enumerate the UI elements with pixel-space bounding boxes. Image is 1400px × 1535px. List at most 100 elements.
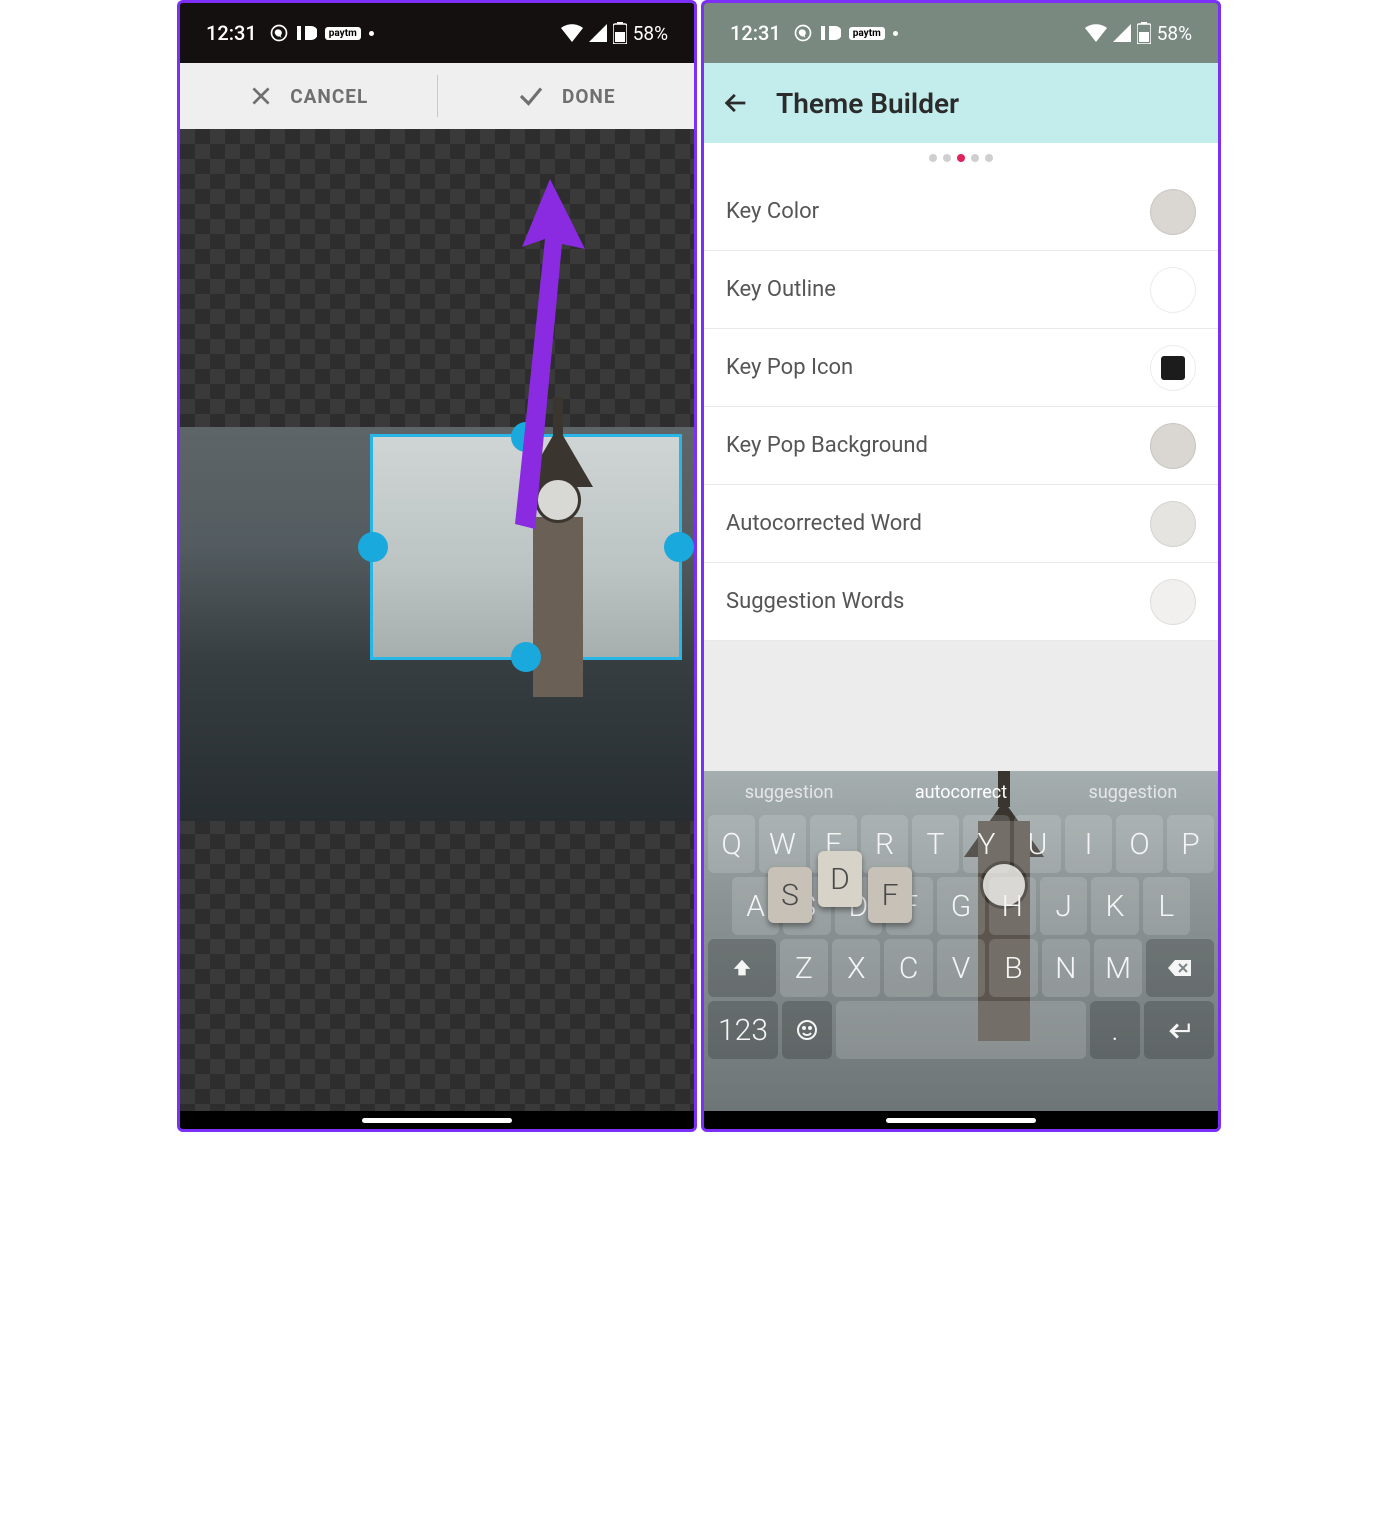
settings-item[interactable]: Suggestion Words <box>704 563 1218 641</box>
key-b[interactable]: B <box>989 939 1037 997</box>
content-gap <box>704 641 1218 771</box>
shift-icon <box>731 957 753 979</box>
key-r[interactable]: R <box>861 815 908 873</box>
battery-icon <box>1137 22 1151 44</box>
key-popup[interactable]: D <box>818 851 862 907</box>
key-j[interactable]: J <box>1040 877 1087 935</box>
settings-item[interactable]: Key Color <box>704 173 1218 251</box>
settings-item[interactable]: Autocorrected Word <box>704 485 1218 563</box>
status-right: 58% <box>561 22 668 45</box>
settings-item[interactable]: Key Pop Background <box>704 407 1218 485</box>
key-enter[interactable] <box>1144 1001 1214 1059</box>
color-swatch[interactable] <box>1150 501 1196 547</box>
key-l[interactable]: L <box>1143 877 1190 935</box>
key-row-bottom: 123 . <box>704 999 1218 1061</box>
close-icon <box>248 83 274 109</box>
key-h[interactable]: H <box>989 877 1036 935</box>
battery-percent: 58% <box>1157 22 1192 45</box>
pager-dot[interactable] <box>929 154 937 162</box>
cancel-label: CANCEL <box>290 85 368 108</box>
color-swatch[interactable] <box>1150 189 1196 235</box>
status-right: 58% <box>1085 22 1192 45</box>
back-arrow-icon[interactable] <box>722 89 750 117</box>
key-p[interactable]: P <box>1167 815 1214 873</box>
wifi-icon <box>561 24 583 42</box>
color-swatch[interactable] <box>1150 423 1196 469</box>
signal-icon <box>1113 24 1131 42</box>
key-u[interactable]: U <box>1014 815 1061 873</box>
color-swatch[interactable] <box>1150 345 1196 391</box>
backspace-icon <box>1167 958 1193 978</box>
status-left-icons: paytm <box>793 23 898 43</box>
key-popup[interactable]: S <box>768 867 812 923</box>
whatsapp-icon <box>793 23 813 43</box>
status-time: 12:31 <box>206 21 257 45</box>
check-icon <box>516 81 546 111</box>
key-popup[interactable]: F <box>868 867 912 923</box>
key-k[interactable]: K <box>1091 877 1138 935</box>
key-emoji[interactable] <box>782 1001 832 1059</box>
key-numeric[interactable]: 123 <box>708 1001 778 1059</box>
done-button[interactable]: DONE <box>438 63 695 129</box>
key-x[interactable]: X <box>832 939 880 997</box>
wifi-icon <box>1085 24 1107 42</box>
paytm-icon: paytm <box>849 27 885 40</box>
crop-canvas[interactable] <box>180 129 694 1111</box>
pager-dots <box>704 143 1218 173</box>
suggestion-right[interactable]: suggestion <box>1089 782 1178 803</box>
key-z[interactable]: Z <box>780 939 828 997</box>
key-w[interactable]: W <box>759 815 806 873</box>
settings-item-label: Key Pop Icon <box>726 355 853 380</box>
key-m[interactable]: M <box>1094 939 1142 997</box>
signal-icon <box>589 24 607 42</box>
cancel-button[interactable]: CANCEL <box>180 63 437 129</box>
key-n[interactable]: N <box>1042 939 1090 997</box>
pager-dot-active[interactable] <box>957 154 965 162</box>
settings-item-label: Autocorrected Word <box>726 511 922 536</box>
key-i[interactable]: I <box>1065 815 1112 873</box>
key-space[interactable] <box>836 1001 1086 1059</box>
key-o[interactable]: O <box>1116 815 1163 873</box>
home-indicator[interactable] <box>362 1118 512 1123</box>
settings-item[interactable]: Key Pop Icon <box>704 329 1218 407</box>
home-indicator[interactable] <box>886 1118 1036 1123</box>
nav-bar <box>704 1111 1218 1129</box>
color-swatch[interactable] <box>1150 579 1196 625</box>
emoji-icon <box>795 1018 819 1042</box>
more-dot-icon <box>893 31 898 36</box>
crop-handle-right[interactable] <box>664 532 694 562</box>
key-row-1: QWERTYUIOP <box>704 813 1218 875</box>
key-period[interactable]: . <box>1090 1001 1140 1059</box>
settings-item[interactable]: Key Outline <box>704 251 1218 329</box>
key-q[interactable]: Q <box>708 815 755 873</box>
color-swatch[interactable] <box>1150 267 1196 313</box>
crop-toolbar: CANCEL DONE <box>180 63 694 129</box>
key-shift[interactable] <box>708 939 776 997</box>
pager-dot[interactable] <box>971 154 979 162</box>
settings-item-label: Key Color <box>726 199 819 224</box>
key-v[interactable]: V <box>937 939 985 997</box>
key-backspace[interactable] <box>1146 939 1214 997</box>
annotation-arrow <box>490 179 590 529</box>
key-y[interactable]: Y <box>963 815 1010 873</box>
status-bar: 12:31 paytm 58% <box>180 3 694 63</box>
suggestion-autocorrect[interactable]: autocorrect <box>915 782 1007 803</box>
key-popups: S D F <box>768 867 912 923</box>
id-icon <box>821 26 841 40</box>
settings-item-label: Key Pop Background <box>726 433 928 458</box>
settings-item-label: Suggestion Words <box>726 589 904 614</box>
status-left-icons: paytm <box>269 23 374 43</box>
keyboard-preview: suggestion autocorrect suggestion QWERTY… <box>704 771 1218 1111</box>
key-c[interactable]: C <box>884 939 932 997</box>
suggestion-row: suggestion autocorrect suggestion <box>704 771 1218 813</box>
pager-dot[interactable] <box>943 154 951 162</box>
phone-crop: 12:31 paytm 58% CANCEL DONE <box>177 0 697 1132</box>
suggestion-left[interactable]: suggestion <box>745 782 834 803</box>
pager-dot[interactable] <box>985 154 993 162</box>
key-g[interactable]: G <box>937 877 984 935</box>
more-dot-icon <box>369 31 374 36</box>
whatsapp-icon <box>269 23 289 43</box>
crop-handle-bottom[interactable] <box>511 642 541 672</box>
key-t[interactable]: T <box>912 815 959 873</box>
crop-handle-left[interactable] <box>358 532 388 562</box>
